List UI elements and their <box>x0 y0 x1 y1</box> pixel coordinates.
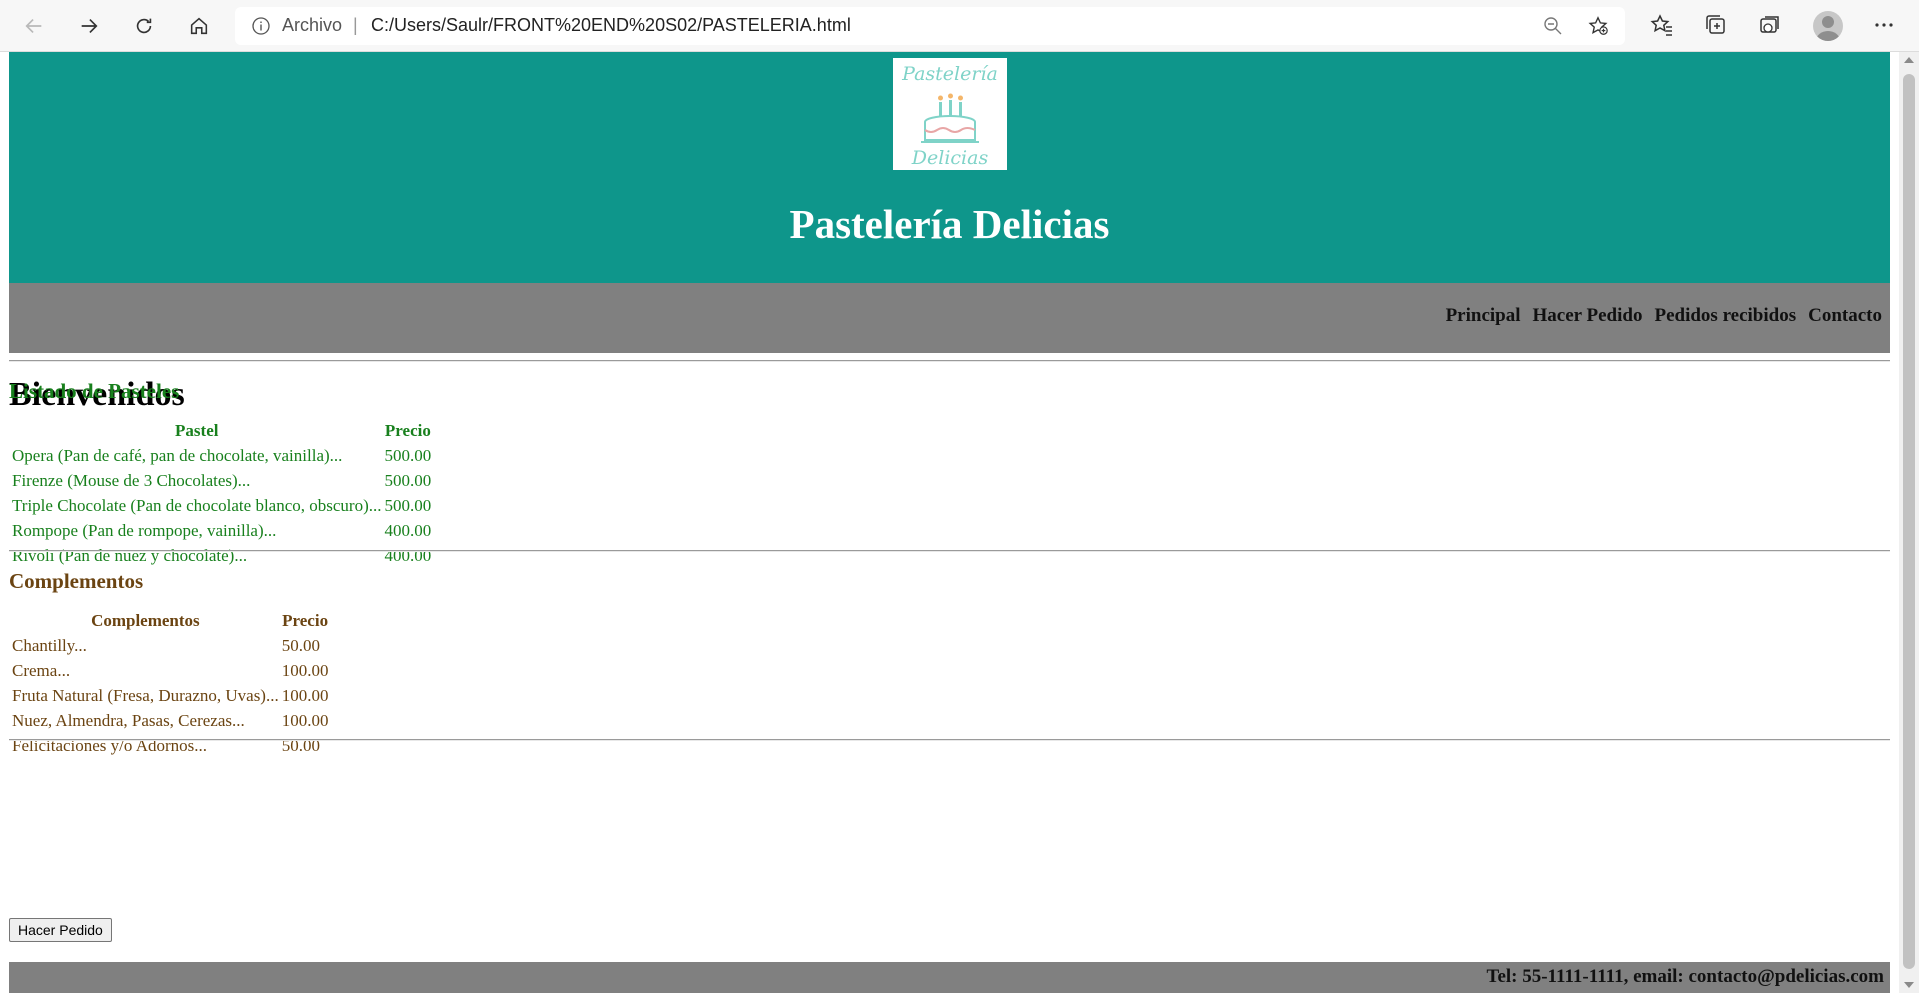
cake-name: Opera (Pan de café, pan de chocolate, va… <box>12 446 343 465</box>
cake-price: 500.00 <box>384 446 432 465</box>
extras-table: Complementos Precio Chantilly... 50.00 Cr… <box>9 607 331 759</box>
column-header-precio: Precio <box>282 610 329 630</box>
address-separator: | <box>353 15 358 35</box>
url-text[interactable]: C:/Users/Saulr/FRONT%20END%20S02/PASTELE… <box>371 15 851 36</box>
info-icon[interactable] <box>251 16 271 36</box>
table-row: Chantilly... 50.00 <box>12 634 328 658</box>
site-header: Pastelería Delicias Pastelería Delicias <box>9 52 1890 283</box>
site-footer: Tel: 55-1111-1111, email: contacto@pdeli… <box>9 962 1890 993</box>
column-header-precio: Precio <box>384 420 431 440</box>
extra-name: Fruta Natural (Fresa, Durazno, Uvas)... <box>12 686 279 705</box>
cakes-section-title: Listado de Pasteles <box>9 379 180 403</box>
table-header-row: Complementos Precio <box>12 608 328 633</box>
scrollbar-thumb[interactable] <box>1903 74 1915 969</box>
extra-price: 100.00 <box>281 686 329 705</box>
page-viewport: Pastelería Delicias Pastelería Delicias … <box>0 52 1899 993</box>
divider <box>9 550 1890 552</box>
scroll-up-icon[interactable] <box>1904 57 1914 63</box>
site-title: Pastelería Delicias <box>789 201 1110 247</box>
browser-toolbar: Archivo | C:/Users/Saulr/FRONT%20END%20S… <box>0 0 1919 52</box>
nav-link-contacto[interactable]: Contacto <box>1808 305 1882 326</box>
address-prefix: Archivo <box>282 15 343 35</box>
profile-icon[interactable] <box>1813 11 1843 41</box>
scroll-down-icon[interactable] <box>1904 982 1914 988</box>
extra-price: 50.00 <box>281 736 320 755</box>
zoom-out-icon[interactable] <box>1543 16 1563 36</box>
table-row: Felicitaciones y/o Adornos... 50.00 <box>12 734 328 758</box>
svg-text:Delicias: Delicias <box>911 147 989 169</box>
address-bar[interactable]: Archivo | C:/Users/Saulr/FRONT%20END%20S… <box>235 7 1625 45</box>
home-icon[interactable] <box>181 8 217 44</box>
logo: Pastelería Delicias <box>893 58 1007 170</box>
table-row: Nuez, Almendra, Pasas, Cerezas... 100.00 <box>12 709 328 733</box>
table-header-row: Pastel Precio <box>12 418 431 443</box>
nav-link-pedidos-recibidos[interactable]: Pedidos recibidos <box>1654 305 1796 326</box>
vertical-scrollbar[interactable] <box>1899 52 1919 993</box>
table-row: Triple Chocolate (Pan de chocolate blanc… <box>12 494 431 518</box>
extra-name: Felicitaciones y/o Adornos... <box>12 736 208 755</box>
divider <box>9 360 1890 362</box>
nav-link-principal[interactable]: Principal <box>1446 305 1521 326</box>
favorites-icon[interactable] <box>1649 12 1675 38</box>
extras-section-title: Complementos <box>9 569 144 593</box>
share-icon[interactable] <box>1757 12 1783 38</box>
logo-image: Pastelería Delicias <box>901 63 998 169</box>
footer-contact: Tel: 55-1111-1111, email: contacto@pdeli… <box>1486 966 1884 987</box>
column-header-complementos: Complementos <box>91 610 200 630</box>
add-favorite-icon[interactable] <box>1587 15 1609 37</box>
cake-name: Rivoli (Pan de nuez y chocolate)... <box>12 546 248 565</box>
refresh-icon[interactable] <box>126 8 162 44</box>
more-icon[interactable] <box>1871 12 1897 38</box>
cake-name: Rompope (Pan de rompope, vainilla)... <box>12 521 277 540</box>
cake-price: 500.00 <box>384 471 432 490</box>
cake-price: 500.00 <box>384 496 432 515</box>
column-header-pastel: Pastel <box>175 420 219 440</box>
extra-price: 50.00 <box>281 636 320 655</box>
cake-price: 400.00 <box>384 546 432 565</box>
divider <box>9 739 1890 741</box>
extra-name: Nuez, Almendra, Pasas, Cerezas... <box>12 711 245 730</box>
order-button[interactable]: Hacer Pedido <box>9 918 112 942</box>
cakes-table: Pastel Precio Opera (Pan de café, pan de… <box>9 417 434 569</box>
cake-name: Firenze (Mouse de 3 Chocolates)... <box>12 471 251 490</box>
extra-price: 100.00 <box>281 711 329 730</box>
extra-name: Chantilly... <box>12 636 87 655</box>
cake-price: 400.00 <box>384 521 432 540</box>
nav-link-hacer-pedido[interactable]: Hacer Pedido <box>1533 305 1643 326</box>
svg-text:Pastelería: Pastelería <box>901 63 998 85</box>
extra-price: 100.00 <box>281 661 329 680</box>
collections-icon[interactable] <box>1703 12 1729 38</box>
main-nav: Principal Hacer Pedido Pedidos recibidos… <box>9 283 1890 353</box>
cake-name: Triple Chocolate (Pan de chocolate blanc… <box>12 496 382 515</box>
extra-name: Crema... <box>12 661 71 680</box>
table-row: Firenze (Mouse de 3 Chocolates)... 500.00 <box>12 469 431 493</box>
back-icon[interactable] <box>16 8 52 44</box>
forward-icon[interactable] <box>71 8 107 44</box>
table-row: Rivoli (Pan de nuez y chocolate)... 400.0… <box>12 544 431 568</box>
table-row: Rompope (Pan de rompope, vainilla)... 400… <box>12 519 431 543</box>
table-row: Crema... 100.00 <box>12 659 328 683</box>
table-row: Opera (Pan de café, pan de chocolate, va… <box>12 444 431 468</box>
table-row: Fruta Natural (Fresa, Durazno, Uvas)... 1… <box>12 684 328 708</box>
